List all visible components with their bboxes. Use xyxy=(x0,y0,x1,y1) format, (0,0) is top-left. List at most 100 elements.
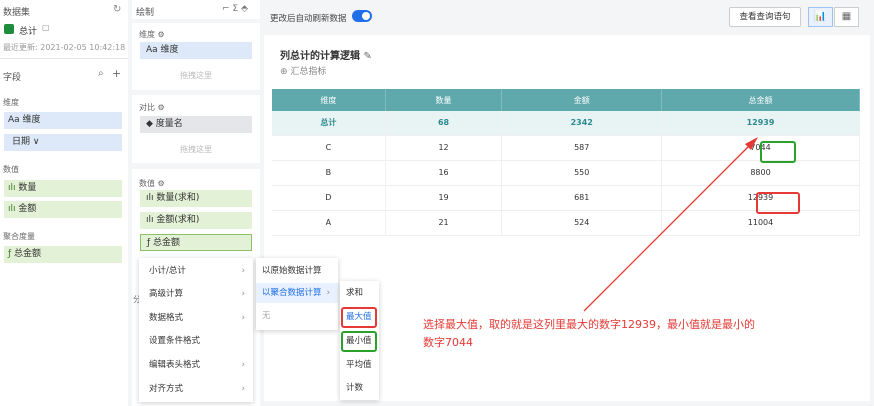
summary-link-text: 汇总指标 xyxy=(290,67,327,77)
dataset-title: 数据集 xyxy=(3,8,31,18)
menu-raw-data-calc[interactable]: 以原始数据计算 xyxy=(256,261,338,281)
annotation-arrow xyxy=(583,137,758,312)
menu-conditional-format[interactable]: 设置条件格式 xyxy=(139,331,253,351)
tag-icon: ◆ xyxy=(146,119,156,129)
field-total-amount-label: 总金额 xyxy=(14,249,42,259)
table-view-button[interactable]: ▦ xyxy=(834,7,859,27)
chevron-right-icon: › xyxy=(241,266,245,276)
menu-header-format[interactable]: 编辑表头格式 › xyxy=(139,355,253,375)
menu-sum[interactable]: 求和 xyxy=(340,283,363,303)
menu-advanced-calc[interactable]: 高级计算 › xyxy=(139,284,253,304)
menu-item-label: 数据格式 xyxy=(149,313,184,323)
menu-avg[interactable]: 平均值 xyxy=(340,355,372,375)
table-cell: 19 xyxy=(385,185,503,211)
table-cell: B xyxy=(272,160,386,186)
menu-alignment[interactable]: 对齐方式 › xyxy=(139,379,253,399)
dimension-shelf-label: 维度 ⚙ xyxy=(139,30,165,39)
menu-item-label: 小计/总计 xyxy=(149,266,186,276)
header-total-amount[interactable]: 总金额 xyxy=(661,89,860,111)
value-shelf-label: 数值 ⚙ xyxy=(139,179,165,188)
bar-chart-icon: ılı xyxy=(8,183,19,193)
auto-refresh-label: 更改后自动刷新数据 xyxy=(270,14,347,24)
compare-shelf-chip[interactable]: ◆ 度量名 xyxy=(140,116,252,133)
agg-section-title: 聚合度量 xyxy=(3,232,35,241)
header-amount[interactable]: 金额 xyxy=(501,89,663,111)
field-amount-label: 金额 xyxy=(18,204,37,214)
pencil-icon[interactable]: ✎ xyxy=(363,51,371,62)
compare-chip-label: 度量名 xyxy=(155,119,183,129)
draw-title: 绘制 xyxy=(136,8,155,18)
calc-submenu: 以原始数据计算 以聚合数据计算 › 无 xyxy=(256,258,338,330)
table-cell: 68 xyxy=(385,111,503,136)
compare-shelf-label: 对比 ⚙ xyxy=(139,103,165,112)
compare-drop-hint[interactable]: 拖拽这里 xyxy=(140,144,252,155)
excel-icon xyxy=(4,24,14,34)
middle-gap-2 xyxy=(132,90,260,95)
header-quantity[interactable]: 数量 xyxy=(385,89,503,111)
value-chip-quantity[interactable]: ılı 数量(求和) xyxy=(140,190,252,207)
chevron-right-icon: › xyxy=(241,384,245,394)
max-option-highlight xyxy=(341,307,377,328)
report-title-text: 列总计的计算逻辑 xyxy=(280,51,360,62)
left-panel: 数据集 ↻ 总计 ▢ 最近更新: 2021-02-05 10:42:18 字段 … xyxy=(0,0,128,406)
table-cell: 21 xyxy=(385,210,503,236)
min-option-highlight xyxy=(341,331,377,352)
field-date[interactable]: 日期 ∨ xyxy=(4,134,122,151)
table-cell: 总计 xyxy=(272,111,386,136)
divider xyxy=(0,58,128,59)
bar-chart-icon: ılı xyxy=(146,215,157,225)
menu-subtotal[interactable]: 小计/总计 › xyxy=(139,261,253,281)
field-quantity-label: 数量 xyxy=(18,183,37,193)
menu-count[interactable]: 计数 xyxy=(340,378,363,398)
table-cell: 12 xyxy=(385,135,503,161)
menu-item-label: 高级计算 xyxy=(149,289,184,299)
value-chip-quantity-label: 数量(求和) xyxy=(156,193,200,203)
menu-none[interactable]: 无 xyxy=(256,306,338,326)
auto-refresh-toggle[interactable] xyxy=(352,10,372,22)
table-cell: A xyxy=(272,210,386,236)
middle-gap-3 xyxy=(132,163,260,169)
view-sql-button[interactable]: 查看查询语句 xyxy=(729,7,801,27)
table-row: B 16 550 8800 xyxy=(272,160,860,186)
table-cell: C xyxy=(272,135,386,161)
toolbar-icons[interactable]: ⌐ Σ ⬘ xyxy=(222,4,248,14)
add-icon[interactable]: + xyxy=(112,67,121,80)
value-section-title: 数值 xyxy=(3,165,19,174)
table-header-row: 维度 数量 金额 总金额 xyxy=(272,89,860,111)
bar-chart-icon: ılı xyxy=(8,204,19,214)
bar-chart-icon: ılı xyxy=(146,193,157,203)
field-total-amount[interactable]: ƒ 总金额 xyxy=(4,246,122,263)
fields-title: 字段 xyxy=(3,73,22,83)
summary-link[interactable]: ⊕ 汇总指标 xyxy=(280,64,326,77)
edit-icon[interactable]: ▢ xyxy=(42,23,50,32)
annotation-text-line2: 数字7044 xyxy=(423,336,473,349)
table-icon: ▦ xyxy=(841,11,852,22)
table-cell: D xyxy=(272,185,386,211)
dataset-name[interactable]: 总计 xyxy=(19,24,37,37)
search-icon[interactable]: ⌕ xyxy=(98,68,104,79)
report-title: 列总计的计算逻辑 ✎ xyxy=(280,47,372,62)
chevron-right-icon: › xyxy=(241,313,245,323)
dimension-section-title: 维度 xyxy=(3,98,19,107)
plus-circle-icon: ⊕ xyxy=(280,67,291,77)
value-chip-total[interactable]: ƒ 总金额 xyxy=(140,234,252,251)
chevron-right-icon: › xyxy=(241,289,245,299)
menu-item-label: 设置条件格式 xyxy=(149,336,201,346)
toggle-knob xyxy=(362,12,370,20)
field-amount[interactable]: ılı 金额 xyxy=(4,201,122,218)
value-chip-total-label: 总金额 xyxy=(153,238,181,248)
field-quantity[interactable]: ılı 数量 xyxy=(4,180,122,197)
bar-chart-icon: 📊 xyxy=(814,11,827,22)
chart-view-button[interactable]: 📊 xyxy=(808,7,833,27)
value-chip-amount[interactable]: ılı 金额(求和) xyxy=(140,212,252,229)
chevron-right-icon: › xyxy=(241,360,245,370)
field-dimension[interactable]: Aa 维度 xyxy=(4,112,122,129)
dimension-drop-hint[interactable]: 拖拽这里 xyxy=(140,70,252,81)
dimension-shelf-chip[interactable]: Aa 维度 xyxy=(140,42,252,59)
refresh-icon[interactable]: ↻ xyxy=(113,4,121,15)
menu-data-format[interactable]: 数据格式 › xyxy=(139,308,253,328)
header-dimension[interactable]: 维度 xyxy=(272,89,386,111)
menu-agg-data-calc[interactable]: 以聚合数据计算 › xyxy=(256,283,338,303)
menu-item-label: 编辑表头格式 xyxy=(149,360,201,370)
last-update: 最近更新: 2021-02-05 10:42:18 xyxy=(3,43,126,52)
